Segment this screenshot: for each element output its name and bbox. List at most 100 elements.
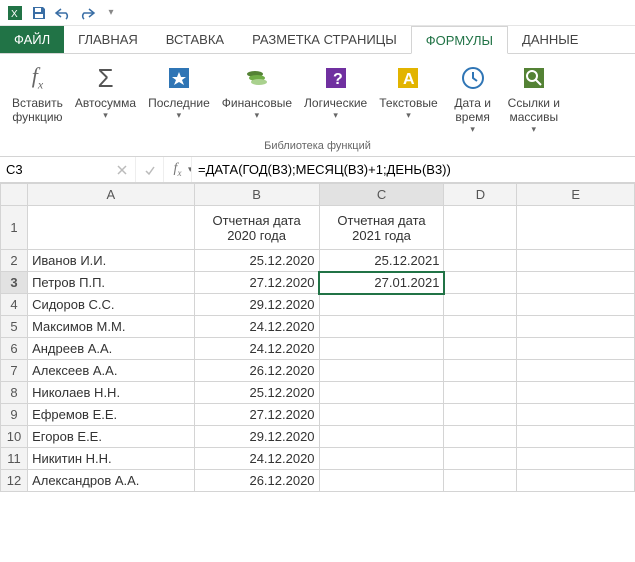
row-header-4[interactable]: 4 bbox=[1, 294, 28, 316]
cell-B6[interactable]: 24.12.2020 bbox=[194, 338, 319, 360]
cell-D10[interactable] bbox=[444, 426, 517, 448]
cell-D6[interactable] bbox=[444, 338, 517, 360]
cell-A5[interactable]: Максимов М.М. bbox=[28, 316, 195, 338]
cell-D3[interactable] bbox=[444, 272, 517, 294]
cell-B7[interactable]: 26.12.2020 bbox=[194, 360, 319, 382]
row-header-1[interactable]: 1 bbox=[1, 206, 28, 250]
autosum-button[interactable]: Σ Автосумма ▾ bbox=[69, 58, 142, 138]
cell-B5[interactable]: 24.12.2020 bbox=[194, 316, 319, 338]
cell-E12[interactable] bbox=[517, 470, 635, 492]
cell-A12[interactable]: Александров А.А. bbox=[28, 470, 195, 492]
column-header-D[interactable]: D bbox=[444, 184, 517, 206]
cell-C9[interactable] bbox=[319, 404, 444, 426]
row-header-11[interactable]: 11 bbox=[1, 448, 28, 470]
cell-E11[interactable] bbox=[517, 448, 635, 470]
column-header-E[interactable]: E bbox=[517, 184, 635, 206]
cell-B4[interactable]: 29.12.2020 bbox=[194, 294, 319, 316]
row-header-12[interactable]: 12 bbox=[1, 470, 28, 492]
row-header-3[interactable]: 3 bbox=[1, 272, 28, 294]
select-all-corner[interactable] bbox=[1, 184, 28, 206]
cell-C5[interactable] bbox=[319, 316, 444, 338]
cell-C12[interactable] bbox=[319, 470, 444, 492]
lookup-functions-button[interactable]: Ссылки и массивы ▾ bbox=[502, 58, 566, 138]
cell-A7[interactable]: Алексеев А.А. bbox=[28, 360, 195, 382]
fx-icon[interactable]: fx bbox=[164, 157, 192, 182]
cell-B1[interactable]: Отчетная дата2020 года bbox=[194, 206, 319, 250]
cell-C11[interactable] bbox=[319, 448, 444, 470]
cell-D1[interactable] bbox=[444, 206, 517, 250]
undo-icon[interactable] bbox=[52, 2, 74, 24]
insert-function-button[interactable]: fx Вставить функцию bbox=[6, 58, 69, 138]
cell-B11[interactable]: 24.12.2020 bbox=[194, 448, 319, 470]
cell-D12[interactable] bbox=[444, 470, 517, 492]
cell-C2[interactable]: 25.12.2021 bbox=[319, 250, 444, 272]
cell-C4[interactable] bbox=[319, 294, 444, 316]
cell-C1[interactable]: Отчетная дата2021 года bbox=[319, 206, 444, 250]
text-functions-button[interactable]: A Текстовые ▾ bbox=[373, 58, 443, 138]
cell-B12[interactable]: 26.12.2020 bbox=[194, 470, 319, 492]
cell-C8[interactable] bbox=[319, 382, 444, 404]
cell-D5[interactable] bbox=[444, 316, 517, 338]
name-box[interactable]: ▾ bbox=[0, 157, 108, 182]
cell-A10[interactable]: Егоров Е.Е. bbox=[28, 426, 195, 448]
cell-C6[interactable] bbox=[319, 338, 444, 360]
cell-E6[interactable] bbox=[517, 338, 635, 360]
cell-A4[interactable]: Сидоров С.С. bbox=[28, 294, 195, 316]
save-icon[interactable] bbox=[28, 2, 50, 24]
cell-E5[interactable] bbox=[517, 316, 635, 338]
tab-layout[interactable]: РАЗМЕТКА СТРАНИЦЫ bbox=[238, 26, 411, 53]
cell-A1[interactable] bbox=[28, 206, 195, 250]
cell-E9[interactable] bbox=[517, 404, 635, 426]
cell-E7[interactable] bbox=[517, 360, 635, 382]
tab-file[interactable]: ФАЙЛ bbox=[0, 26, 64, 53]
cell-D8[interactable] bbox=[444, 382, 517, 404]
customize-qat-icon[interactable]: ▾ bbox=[100, 2, 122, 24]
row-header-6[interactable]: 6 bbox=[1, 338, 28, 360]
cell-C7[interactable] bbox=[319, 360, 444, 382]
tab-insert[interactable]: ВСТАВКА bbox=[152, 26, 238, 53]
logical-functions-button[interactable]: ? Логические ▾ bbox=[298, 58, 373, 138]
cell-D4[interactable] bbox=[444, 294, 517, 316]
redo-icon[interactable] bbox=[76, 2, 98, 24]
cell-B9[interactable]: 27.12.2020 bbox=[194, 404, 319, 426]
cell-B2[interactable]: 25.12.2020 bbox=[194, 250, 319, 272]
row-header-10[interactable]: 10 bbox=[1, 426, 28, 448]
cell-E8[interactable] bbox=[517, 382, 635, 404]
cell-A8[interactable]: Николаев Н.Н. bbox=[28, 382, 195, 404]
enter-formula-icon[interactable] bbox=[136, 157, 164, 182]
cell-D2[interactable] bbox=[444, 250, 517, 272]
column-header-B[interactable]: B bbox=[194, 184, 319, 206]
cell-C3[interactable]: 27.01.2021 bbox=[319, 272, 444, 294]
cell-B8[interactable]: 25.12.2020 bbox=[194, 382, 319, 404]
cell-D11[interactable] bbox=[444, 448, 517, 470]
cell-A3[interactable]: Петров П.П. bbox=[28, 272, 195, 294]
tab-formulas[interactable]: ФОРМУЛЫ bbox=[411, 26, 508, 54]
cell-A6[interactable]: Андреев А.А. bbox=[28, 338, 195, 360]
cell-E1[interactable] bbox=[517, 206, 635, 250]
tab-home[interactable]: ГЛАВНАЯ bbox=[64, 26, 152, 53]
cell-E2[interactable] bbox=[517, 250, 635, 272]
financial-functions-button[interactable]: Финансовые ▾ bbox=[216, 58, 298, 138]
column-header-C[interactable]: C bbox=[319, 184, 444, 206]
row-header-2[interactable]: 2 bbox=[1, 250, 28, 272]
tab-data[interactable]: ДАННЫЕ bbox=[508, 26, 592, 53]
cell-E4[interactable] bbox=[517, 294, 635, 316]
row-header-8[interactable]: 8 bbox=[1, 382, 28, 404]
cell-D9[interactable] bbox=[444, 404, 517, 426]
column-header-A[interactable]: A bbox=[28, 184, 195, 206]
recent-functions-button[interactable]: Последние ▾ bbox=[142, 58, 216, 138]
cell-D7[interactable] bbox=[444, 360, 517, 382]
cell-A2[interactable]: Иванов И.И. bbox=[28, 250, 195, 272]
row-header-9[interactable]: 9 bbox=[1, 404, 28, 426]
cell-B3[interactable]: 27.12.2020 bbox=[194, 272, 319, 294]
spreadsheet-grid[interactable]: ABCDE 1 Отчетная дата2020 годаОтчетная дат… bbox=[0, 183, 635, 492]
cell-A11[interactable]: Никитин Н.Н. bbox=[28, 448, 195, 470]
cell-E3[interactable] bbox=[517, 272, 635, 294]
row-header-7[interactable]: 7 bbox=[1, 360, 28, 382]
cell-C10[interactable] bbox=[319, 426, 444, 448]
datetime-functions-button[interactable]: Дата и время ▾ bbox=[444, 58, 502, 138]
cell-A9[interactable]: Ефремов Е.Е. bbox=[28, 404, 195, 426]
row-header-5[interactable]: 5 bbox=[1, 316, 28, 338]
cell-B10[interactable]: 29.12.2020 bbox=[194, 426, 319, 448]
formula-input[interactable] bbox=[192, 157, 635, 182]
